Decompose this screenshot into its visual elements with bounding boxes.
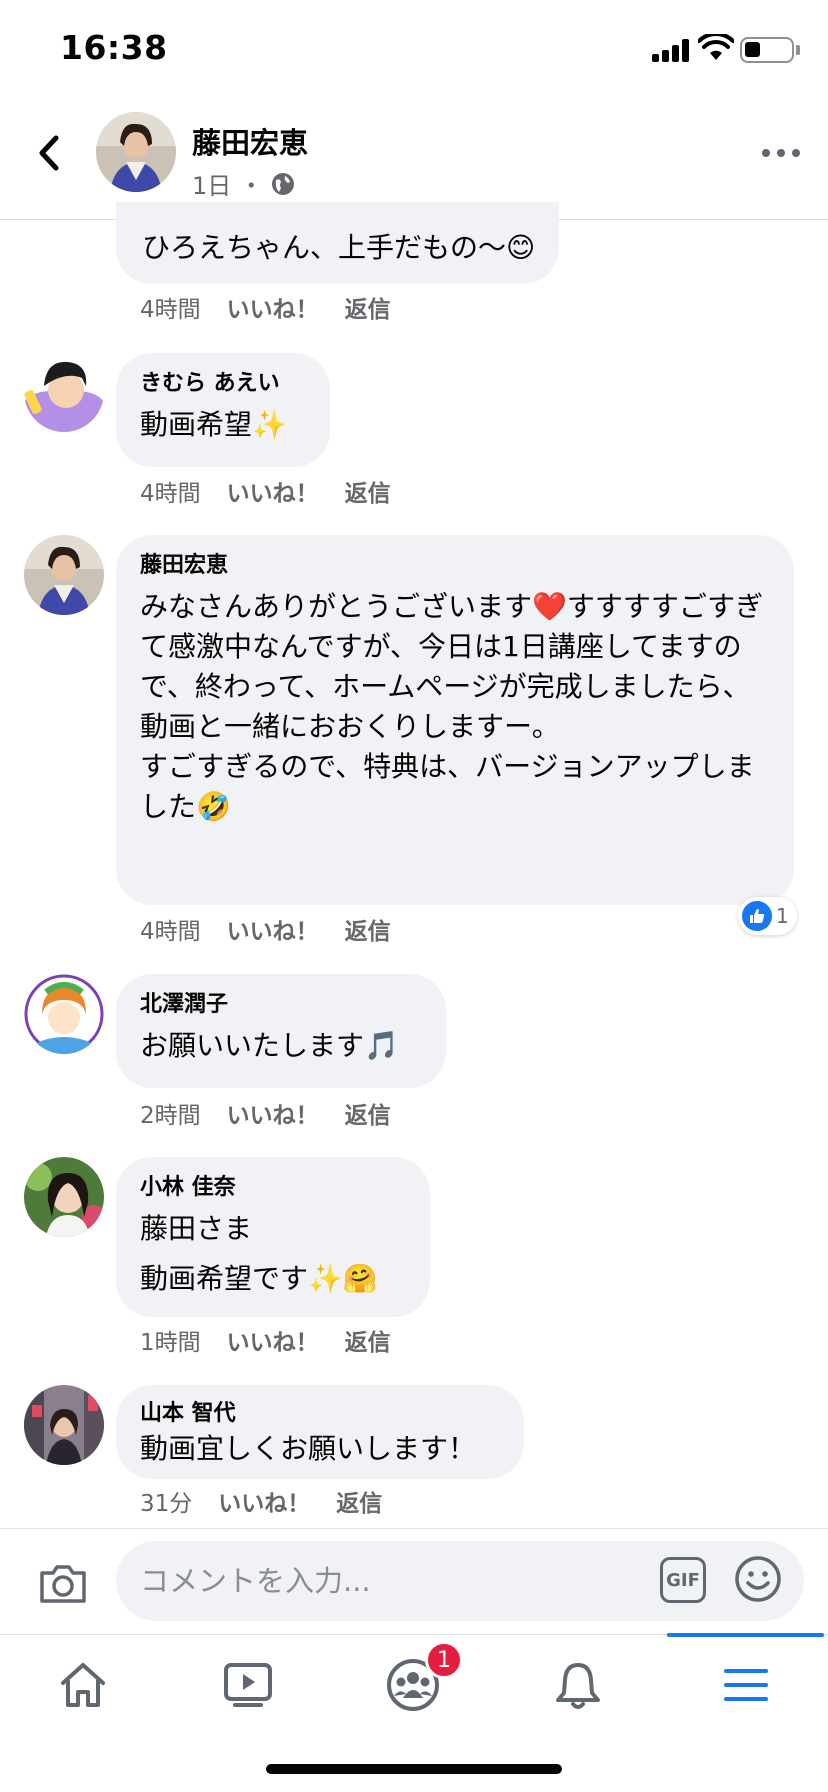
status-bar: 16:38 (0, 0, 828, 100)
comment-actions: 31分 いいね！ 返信 (140, 1484, 382, 1518)
comment-bubble: 小林 佳奈 藤田さま 動画希望です✨🤗 (116, 1157, 430, 1317)
tab-menu[interactable] (663, 1633, 828, 1735)
globe-icon (272, 172, 295, 195)
author-name[interactable]: 藤田宏恵 (192, 120, 308, 162)
like-button[interactable]: いいね！ (227, 1096, 319, 1130)
more-horizontal-icon[interactable] (762, 146, 802, 160)
status-time: 16:38 (60, 28, 168, 67)
commenter-avatar[interactable] (24, 1157, 104, 1237)
reply-button[interactable]: 返信 (345, 1323, 391, 1357)
like-button[interactable]: いいね！ (227, 474, 319, 508)
comment-time: 31分 (140, 1491, 193, 1517)
comment-text-line-2: 動画希望です✨🤗 (140, 1262, 378, 1295)
commenter-name[interactable]: 小林 佳奈 (140, 1173, 406, 1203)
wifi-icon (698, 34, 734, 60)
comment-actions: 4時間 いいね！ 返信 (140, 912, 391, 946)
tab-watch[interactable] (165, 1635, 330, 1735)
reply-button[interactable]: 返信 (345, 912, 391, 946)
comment-text: お願いいたします🎵 (140, 1029, 399, 1062)
cellular-signal-icon (652, 38, 692, 62)
comment-text: 動画宜しくお願いします！ (140, 1432, 477, 1465)
comment-bubble: 北澤潤子 お願いいたします🎵 (116, 974, 446, 1088)
gif-button[interactable]: GIF (660, 1557, 706, 1603)
reply-button[interactable]: 返信 (345, 1096, 391, 1130)
comment-actions: 4時間 いいね！ 返信 (140, 290, 391, 324)
comment-bubble: 山本 智代 動画宜しくお願いします！ (116, 1385, 524, 1479)
comment-actions: 1時間 いいね！ 返信 (140, 1323, 391, 1357)
bell-icon (555, 1663, 600, 1709)
facebook-comments-screen: 16:38 藤田宏恵 1日 ・ ひろえちゃん、上手だもの〜😊 4時間 いいね！ … (0, 0, 828, 1792)
battery-cap (796, 45, 800, 55)
tab-home[interactable] (0, 1635, 165, 1735)
home-indicator[interactable] (266, 1764, 562, 1774)
battery-icon (740, 37, 794, 63)
reaction-count: 1 (776, 904, 789, 928)
comment-actions: 4時間 いいね！ 返信 (140, 474, 391, 508)
comment-time: 2時間 (140, 1103, 201, 1129)
commenter-avatar[interactable] (24, 535, 104, 615)
comment-time: 4時間 (140, 297, 201, 323)
reaction-summary[interactable]: 1 (738, 897, 797, 935)
commenter-avatar[interactable] (24, 974, 104, 1054)
commenter-name[interactable]: きむら あえい (140, 369, 306, 399)
comment-text: 動画希望✨ (140, 408, 287, 441)
menu-icon (723, 1669, 768, 1701)
comment-bubble: きむら あえい 動画希望✨ (116, 353, 330, 467)
comment-text: ひろえちゃん、上手だもの〜😊 (142, 231, 536, 264)
comment-time: 4時間 (140, 919, 201, 945)
comment-bubble: 藤田宏恵 みなさんありがとうございます❤️すすすすごすぎて感激中なんですが、今日… (116, 535, 794, 905)
tab-notifications[interactable] (495, 1635, 660, 1735)
like-button[interactable]: いいね！ (227, 912, 319, 946)
chevron-left-icon[interactable] (30, 128, 70, 178)
comment-time: 1時間 (140, 1330, 201, 1356)
home-icon (60, 1663, 105, 1707)
reply-button[interactable]: 返信 (345, 474, 391, 508)
post-age[interactable]: 1日 (192, 166, 231, 201)
comment-text: みなさんありがとうございます❤️すすすすごすぎて感激中なんですが、今日は1日講座… (140, 590, 764, 743)
like-button[interactable]: いいね！ (227, 1323, 319, 1357)
commenter-name[interactable]: 藤田宏恵 (140, 551, 768, 581)
like-button[interactable]: いいね！ (227, 290, 319, 324)
comment-time: 4時間 (140, 481, 201, 507)
commenter-name[interactable]: 北澤潤子 (140, 990, 422, 1020)
meta-separator: ・ (239, 172, 264, 200)
thumbs-up-icon (742, 901, 772, 931)
author-avatar[interactable] (96, 112, 176, 192)
smiley-icon[interactable] (734, 1555, 782, 1603)
watch-icon (223, 1663, 272, 1707)
commenter-avatar[interactable] (24, 1385, 104, 1465)
post-meta: 1日 ・ (192, 166, 295, 201)
commenter-name[interactable]: 山本 智代 (140, 1399, 500, 1429)
comment-text-paragraph-2: すごすぎるので、特典は、バージョンアップしました🤣 (140, 750, 755, 823)
tab-groups[interactable] (330, 1635, 495, 1735)
comment-actions: 2時間 いいね！ 返信 (140, 1096, 391, 1130)
comment-composer: GIF (0, 1528, 828, 1634)
comment-bubble: ひろえちゃん、上手だもの〜😊 (116, 202, 560, 284)
like-button[interactable]: いいね！ (218, 1484, 310, 1518)
camera-icon[interactable] (38, 1563, 88, 1605)
reply-button[interactable]: 返信 (345, 290, 391, 324)
reply-button[interactable]: 返信 (336, 1484, 382, 1518)
commenter-avatar[interactable] (24, 352, 104, 432)
groups-notification-badge: 1 (425, 1641, 463, 1679)
comment-text: 藤田さま (140, 1212, 253, 1245)
